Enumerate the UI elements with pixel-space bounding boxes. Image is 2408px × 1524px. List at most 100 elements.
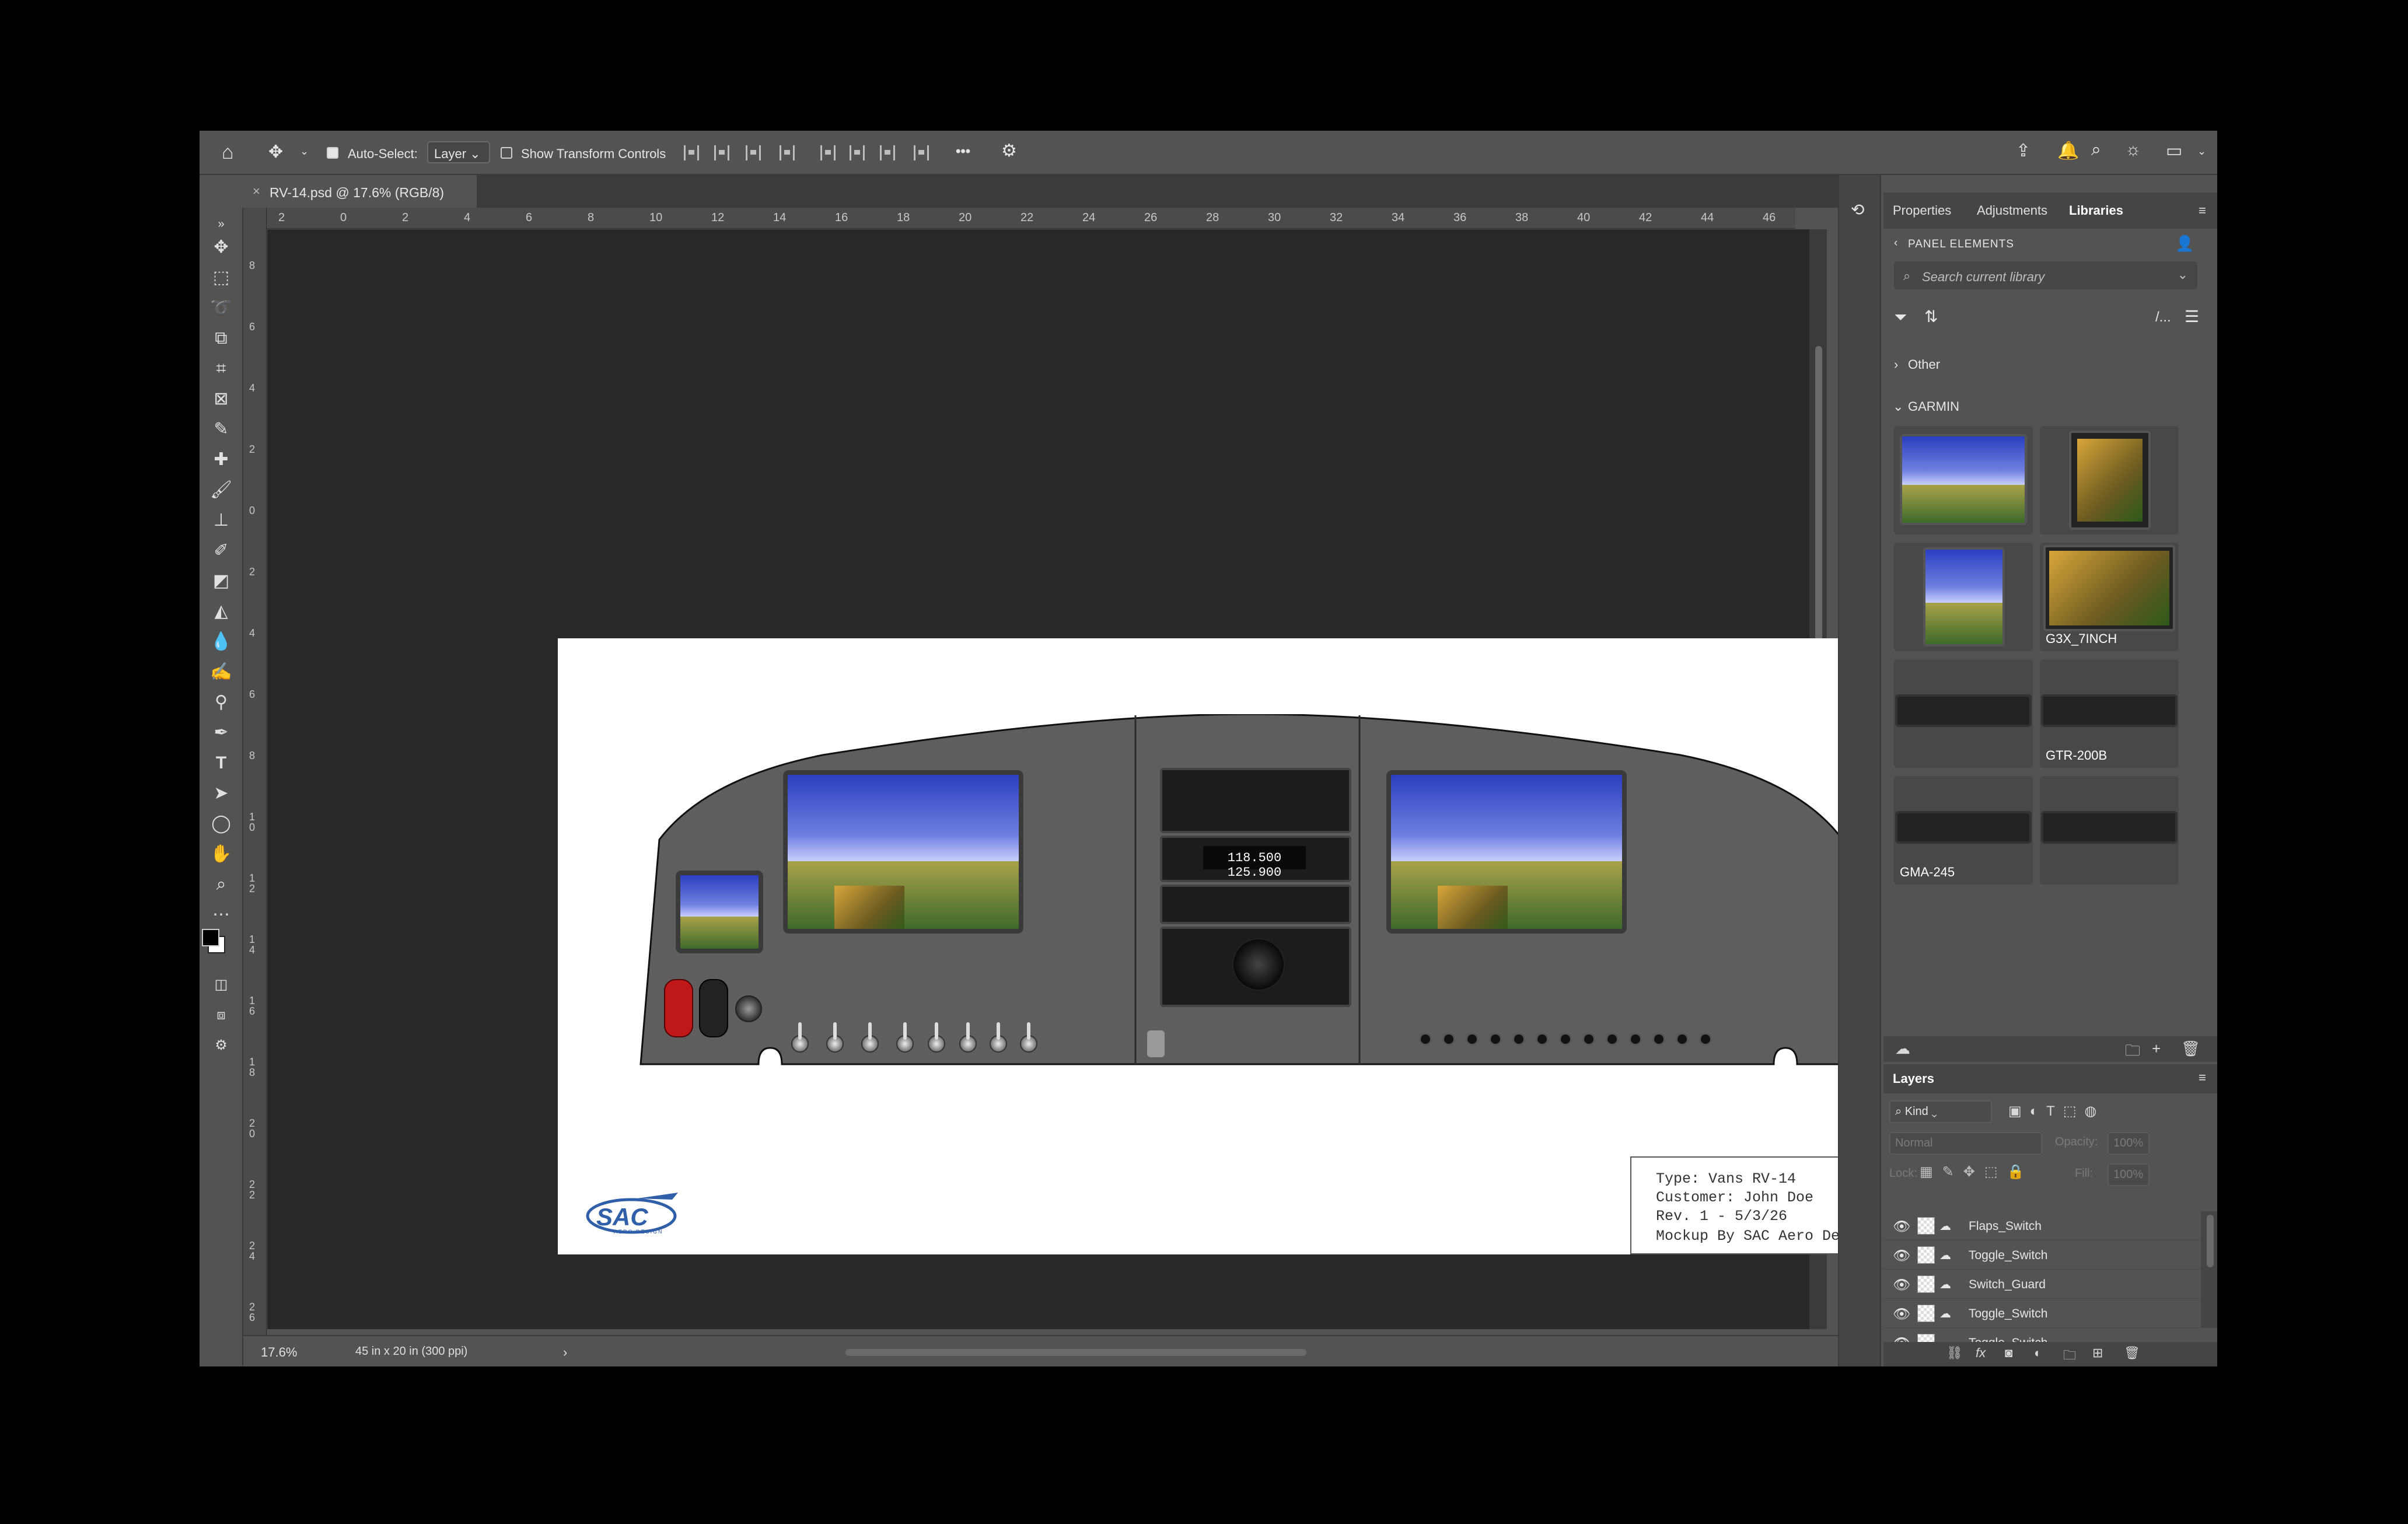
library-tile[interactable] <box>1894 659 2033 768</box>
history-brush-icon[interactable]: ✐ <box>209 539 233 562</box>
blend-mode-dropdown[interactable]: Normal <box>1889 1132 2042 1155</box>
object-select-tool-icon[interactable]: ⧉ <box>209 327 233 350</box>
user-icon[interactable]: 👤 <box>2175 235 2194 253</box>
distribute-icon[interactable] <box>780 145 795 160</box>
layer-row[interactable]: 👁 ☁ Toggle_Switch <box>1883 1240 2201 1270</box>
workspace-icon[interactable]: ▭ <box>2166 142 2182 160</box>
bell-icon[interactable]: 🔔 <box>2057 142 2079 160</box>
add-icon[interactable]: + <box>2152 1040 2161 1058</box>
lock-icons[interactable]: ▦✎✥⬚🔒 <box>1920 1163 2033 1180</box>
panel-menu-icon[interactable]: ≡ <box>2199 203 2206 218</box>
search-icon[interactable]: ⌕ <box>2091 141 2101 159</box>
horizontal-ruler[interactable]: 2 0 2 4 6 8 10 12 14 16 18 20 22 24 26 28 30 32 34 36 38 40 42… <box>243 208 1795 229</box>
dodge-tool-icon[interactable]: ⚲ <box>209 691 233 714</box>
sort-icon[interactable]: ⇅ <box>1924 307 1938 326</box>
auto-select-dropdown[interactable]: Layer ⌄ <box>427 141 490 163</box>
path-select-icon[interactable]: ➤ <box>209 782 233 805</box>
marquee-tool-icon[interactable]: ⬚ <box>209 266 233 289</box>
quick-mask-icon[interactable]: ◫ <box>209 973 233 997</box>
crop-tool-icon[interactable]: ⌗ <box>209 357 233 380</box>
horizontal-scrollbar[interactable] <box>845 1349 1306 1356</box>
fill-field[interactable]: 100% <box>2108 1163 2150 1186</box>
align-left-icon[interactable] <box>684 145 699 160</box>
home-icon[interactable]: ⌂ <box>222 142 234 162</box>
panel-menu-icon[interactable]: ≡ <box>2199 1070 2206 1085</box>
ellipse-tool-icon[interactable]: ◯ <box>209 812 233 836</box>
gear-icon[interactable]: ⚙ <box>1001 142 1017 160</box>
screen-mode-icon[interactable]: ⧈ <box>209 1004 233 1027</box>
list-view-icon[interactable]: ☰ <box>2185 307 2199 326</box>
align-top-icon[interactable] <box>820 145 836 160</box>
opacity-field[interactable]: 100% <box>2108 1132 2150 1155</box>
cloud-icon[interactable]: ☁ <box>1895 1040 1910 1058</box>
eraser-tool-icon[interactable]: ◩ <box>209 569 233 593</box>
chevron-right-icon[interactable]: › <box>563 1345 567 1360</box>
link-icon[interactable]: ⛓ <box>1946 1345 1963 1361</box>
back-chevron-icon[interactable]: ‹ <box>1894 237 1897 250</box>
library-search-input[interactable]: ⌕ Search current library ⌄ <box>1894 261 2197 289</box>
layer-row[interactable]: 👁 ☁ Toggle_Switch <box>1883 1299 2201 1328</box>
trash-icon[interactable]: 🗑 <box>2124 1345 2140 1361</box>
pen-tool-icon[interactable]: ✒ <box>209 721 233 744</box>
discover-icon[interactable]: ☼ <box>2125 141 2141 159</box>
stamp-tool-icon[interactable]: ⊥ <box>209 509 233 532</box>
section-other[interactable]: Other <box>1908 357 1940 372</box>
layers-scrollbar[interactable] <box>2201 1211 2217 1328</box>
zoom-level[interactable]: 17.6% <box>261 1345 297 1360</box>
eye-icon[interactable]: 👁 <box>1893 1247 1910 1264</box>
blur-tool-icon[interactable]: 💧 <box>209 630 233 653</box>
healing-tool-icon[interactable]: ✚ <box>209 448 233 471</box>
align-bottom-icon[interactable] <box>880 145 895 160</box>
library-tile[interactable] <box>1894 543 2033 651</box>
eye-icon[interactable]: 👁 <box>1893 1277 1910 1294</box>
paint-bucket-icon[interactable]: ◭ <box>209 600 233 623</box>
collapse-icon[interactable]: » <box>209 212 233 236</box>
vertical-ruler[interactable]: 8 6 4 2 0 2 4 6 8 1 0 1 2 1 4 1 6 1 8 2 0 2 2 2 4 2 6 <box>243 208 267 1335</box>
hand-tool-icon[interactable]: ✋ <box>209 843 233 866</box>
new-layer-icon[interactable]: ⊞ <box>2092 1345 2103 1361</box>
edit-toolbar-icon[interactable]: ⚙ <box>209 1034 233 1057</box>
align-center-icon[interactable] <box>714 145 729 160</box>
adjustment-layer-icon[interactable]: ◐ <box>2034 1345 2042 1361</box>
layer-filter-icons[interactable]: ▣◐T⬚◍ <box>2008 1103 2105 1120</box>
mask-icon[interactable]: ◙ <box>2005 1345 2012 1361</box>
smudge-tool-icon[interactable]: ✍ <box>209 660 233 684</box>
scroll-thumb[interactable] <box>2207 1215 2214 1267</box>
text-view-icon[interactable]: /... <box>2155 309 2171 326</box>
layer-filter-dropdown[interactable]: ⌕ Kind ⌄ <box>1889 1100 1992 1123</box>
layer-row[interactable]: 👁 ☁ Switch_Guard <box>1883 1270 2201 1299</box>
chevron-down-icon[interactable]: ⌄ <box>1893 399 1903 414</box>
auto-select-checkbox[interactable] <box>327 147 338 159</box>
layer-row[interactable]: 👁 ☁ Flaps_Switch <box>1883 1211 2201 1240</box>
library-tile[interactable]: GMA-245 <box>1894 776 2033 885</box>
share-icon[interactable]: ⇪ <box>2016 142 2030 160</box>
trash-icon[interactable]: 🗑 <box>2181 1040 2200 1058</box>
close-icon[interactable]: × <box>253 184 260 199</box>
library-tile[interactable] <box>2040 426 2179 534</box>
align-right-icon[interactable] <box>746 145 761 160</box>
eyedropper-tool-icon[interactable]: ✎ <box>209 418 233 441</box>
distribute-vertical-icon[interactable] <box>914 145 929 160</box>
move-tool-icon[interactable]: ✥ <box>209 236 233 259</box>
chevron-right-icon[interactable]: › <box>1894 357 1898 372</box>
chevron-down-icon[interactable]: ⌄ <box>2197 146 2206 156</box>
library-tile[interactable]: GTR-200B <box>2040 659 2179 768</box>
brush-tool-icon[interactable]: 🖌 <box>209 478 233 502</box>
tab-properties[interactable]: Properties <box>1893 203 1951 218</box>
document-tab[interactable]: × RV-14.psd @ 17.6% (RGB/8) <box>243 175 477 208</box>
folder-icon[interactable]: 🗀 <box>2125 1040 2140 1065</box>
more-options-button[interactable]: ••• <box>956 144 970 160</box>
chevron-down-icon[interactable]: ⌄ <box>2178 267 2188 282</box>
type-tool-icon[interactable]: T <box>209 751 233 775</box>
layers-title[interactable]: Layers <box>1893 1071 1934 1086</box>
fx-icon[interactable]: fx <box>1976 1345 1986 1361</box>
tab-libraries[interactable]: Libraries <box>2069 203 2123 218</box>
history-icon[interactable]: ⟲ <box>1851 202 1864 218</box>
zoom-tool-icon[interactable]: ⌕ <box>209 873 233 896</box>
show-transform-checkbox[interactable] <box>501 147 512 159</box>
more-tools-icon[interactable]: ⋯ <box>209 903 233 927</box>
align-middle-icon[interactable] <box>850 145 865 160</box>
foreground-color-swatch[interactable] <box>202 929 219 946</box>
eye-icon[interactable]: 👁 <box>1893 1306 1910 1323</box>
library-tile[interactable]: G3X_7INCH <box>2040 543 2179 651</box>
